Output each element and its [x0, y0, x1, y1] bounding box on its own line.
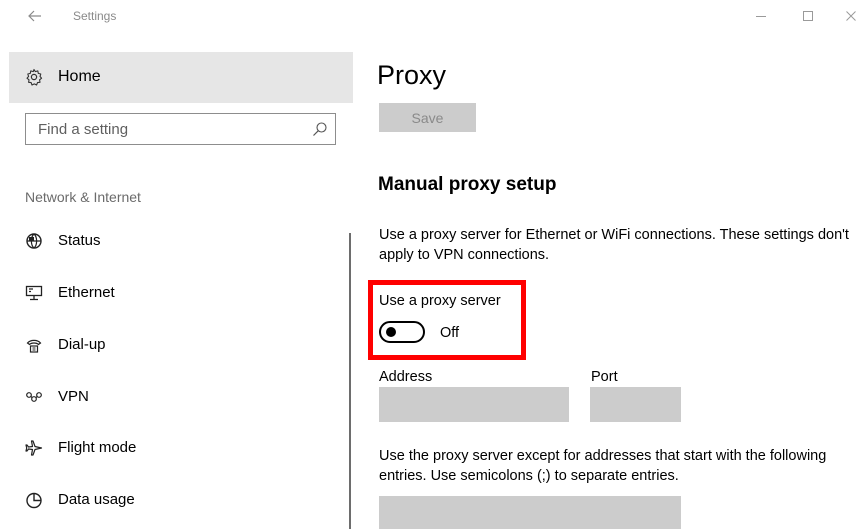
page-title: Proxy [377, 60, 447, 90]
vpn-icon [25, 388, 43, 406]
search-box [25, 113, 336, 145]
title-bar: Settings [0, 0, 868, 34]
sidebar-item-dial-up[interactable]: Dial-up [9, 325, 329, 365]
manual-proxy-heading: Manual proxy setup [378, 174, 557, 195]
ethernet-icon [25, 284, 43, 302]
globe-icon [25, 232, 43, 250]
manual-proxy-description: Use a proxy server for Ethernet or WiFi … [379, 227, 849, 263]
close-icon [846, 11, 856, 21]
sidebar-item-flight-mode[interactable]: Flight mode [9, 428, 329, 468]
maximize-button[interactable] [797, 5, 819, 27]
sidebar-item-vpn[interactable]: VPN [9, 377, 329, 417]
exceptions-description: Use the proxy server except for addresse… [379, 448, 827, 484]
data-usage-icon [25, 491, 43, 509]
toggle-knob [386, 327, 396, 337]
sidebar-item-label: Flight mode [58, 439, 137, 456]
port-field[interactable] [590, 387, 681, 422]
sidebar-home-label: Home [58, 68, 101, 85]
sidebar-item-label: Status [58, 232, 101, 249]
scrollbar[interactable] [349, 233, 351, 529]
app-title: Settings [73, 9, 117, 23]
sidebar-item-label: Ethernet [58, 284, 115, 301]
sidebar-item-ethernet[interactable]: Ethernet [9, 273, 329, 313]
minimize-icon [756, 16, 766, 17]
close-button[interactable] [840, 5, 862, 27]
address-label: Address [379, 369, 433, 385]
highlight-box [368, 280, 526, 360]
dial-up-icon [25, 336, 43, 354]
exceptions-field[interactable] [379, 496, 681, 529]
minimize-button[interactable] [750, 5, 772, 27]
gear-icon [25, 68, 43, 86]
back-button[interactable] [24, 5, 46, 27]
use-proxy-toggle[interactable] [379, 321, 425, 343]
port-label: Port [591, 369, 618, 385]
sidebar-item-label: Dial-up [58, 336, 106, 353]
section-label: Network & Internet [25, 189, 141, 205]
sidebar-item-label: VPN [58, 388, 89, 405]
search-icon[interactable] [312, 121, 328, 137]
sidebar-item-label: Data usage [58, 491, 135, 508]
back-arrow-icon [28, 10, 41, 22]
airplane-icon [25, 439, 43, 457]
search-input[interactable] [26, 114, 306, 144]
sidebar-item-status[interactable]: Status [9, 221, 329, 261]
address-field[interactable] [379, 387, 569, 422]
maximize-icon [803, 11, 813, 21]
toggle-state-label: Off [440, 325, 460, 341]
save-button[interactable]: Save [379, 103, 476, 132]
sidebar-home[interactable]: Home [9, 52, 353, 103]
sidebar-item-data-usage[interactable]: Data usage [9, 480, 329, 520]
use-proxy-label: Use a proxy server [379, 293, 501, 309]
